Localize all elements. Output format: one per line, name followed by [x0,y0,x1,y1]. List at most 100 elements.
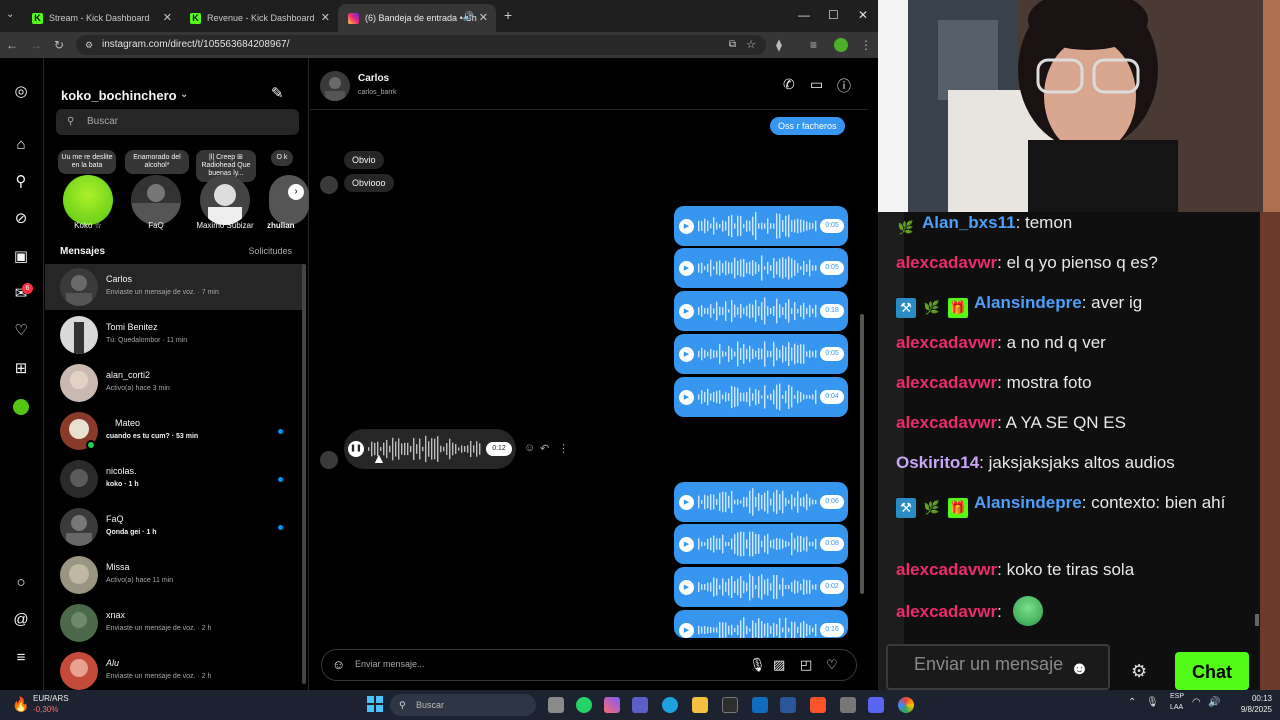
bookmark-star-icon[interactable]: ☆ [746,35,756,55]
url-field[interactable]: ⚙ instagram.com/direct/t/105563684208967… [76,35,766,55]
threads-meta-icon[interactable]: ○ [12,574,30,592]
voice-message-outgoing[interactable]: ▶ 0:18 [674,291,848,331]
chat-username[interactable]: alexcadavwr [896,373,997,392]
requests-link[interactable]: Solicitudes [248,246,292,256]
video-icon[interactable]: ▭ [810,76,823,93]
sticker-icon[interactable]: ◰ [800,657,812,673]
conversation-row[interactable]: Carlos Enviaste un mensaje de voz. · 7 m… [45,264,303,310]
conversation-row[interactable]: nicolas. koko · 1 h [45,456,303,502]
conversation-row[interactable]: Mateo cuando es tu cum? · 53 min [45,408,303,454]
wifi-icon[interactable]: ◠ [1192,697,1201,708]
heart-icon[interactable]: ♡ [826,657,838,673]
conversation-row[interactable]: xnax Enviaste un mensaje de voz. · 2 h [45,600,303,646]
play-icon[interactable]: ▶ [679,580,694,595]
voice-message-outgoing[interactable]: ▶ 0:16 [674,610,848,638]
clock-time[interactable]: 00:13 [1234,694,1272,703]
kick-chat-input[interactable]: Enviar un mensaje ☻ [886,644,1110,690]
more-options-icon[interactable]: ⋮ [558,442,569,455]
new-tab-button[interactable]: + [504,7,512,23]
reels-icon[interactable]: ▣ [12,248,30,266]
note-bubble[interactable]: Uu me re deslite en la bata [58,150,116,174]
chevron-right-icon[interactable]: › [288,184,304,200]
close-icon[interactable]: ✕ [321,11,330,24]
copilot-icon[interactable] [604,697,620,713]
message-composer[interactable]: ☺ Enviar mensaje... 🎙 ▨ ◰ ♡ [321,649,857,681]
minimize-button[interactable]: — [798,8,810,22]
note-bubble[interactable]: O k [271,150,293,166]
scrollbar[interactable] [859,114,865,634]
windows-start-icon[interactable] [367,696,383,712]
weather-icon[interactable]: 🔥 [12,696,29,713]
whatsapp-icon[interactable] [576,697,592,713]
voice-message-outgoing[interactable]: ▶ 0:06 [674,482,848,522]
file-explorer-icon[interactable] [692,697,708,713]
install-icon[interactable]: ⧉ [729,35,736,55]
search-icon[interactable]: ⚲ [12,173,30,191]
discord-icon[interactable] [868,697,884,713]
language-bottom[interactable]: LAA [1170,704,1183,711]
emoji-icon[interactable]: ☺ [332,657,345,672]
conversation-row[interactable]: Alu Enviaste un mensaje de voz. · 2 h [45,648,303,690]
microphone-icon[interactable]: 🎙 [1146,697,1159,708]
hamburger-menu-icon[interactable]: ≡ [12,649,30,667]
explore-icon[interactable]: ⊘ [12,210,30,228]
close-icon[interactable]: ✕ [163,11,172,24]
pause-icon[interactable]: ❚❚ [348,441,364,457]
chrome-icon[interactable] [898,697,914,713]
play-icon[interactable]: ▶ [679,219,694,234]
home-icon[interactable]: ⌂ [12,136,30,154]
tab-search-icon[interactable]: ⌄ [6,9,14,20]
story-avatar[interactable] [200,175,250,225]
heart-icon[interactable]: ♡ [12,322,30,340]
instagram-logo-icon[interactable]: ◎ [12,83,30,101]
voice-message-outgoing[interactable]: ▶ 0:05 [674,206,848,246]
story-avatar[interactable] [269,175,309,225]
conversation-row[interactable]: FaQ Qonda gei · 1 h [45,504,303,550]
site-info-icon[interactable]: ⚙ [85,35,93,55]
taskbar-search[interactable]: ⚲ Buscar [390,694,536,716]
voice-message-outgoing[interactable]: ▶ 0:05 [674,248,848,288]
conversation-row[interactable]: alan_corti2 Activo(a) hace 3 min [45,360,303,406]
volume-icon[interactable]: 🔊 [1208,697,1220,708]
avatar[interactable] [320,71,350,101]
react-icon[interactable]: ☺ [524,442,535,454]
chat-username[interactable]: alexcadavwr [896,602,997,621]
conversation-row[interactable]: Missa Activo(a) hace 11 min [45,552,303,598]
note-bubble[interactable]: Enamorado del alcohol* [125,150,189,174]
obs-icon[interactable] [840,697,856,713]
task-view-icon[interactable] [548,697,564,713]
profile-avatar[interactable] [834,38,848,52]
play-icon[interactable]: ▶ [679,495,694,510]
play-icon[interactable]: ▶ [679,390,694,405]
tab-instagram-inbox[interactable]: (6) Bandeja de entrada • Ch 🔊 ✕ [338,4,496,32]
play-icon[interactable]: ▶ [679,623,694,638]
chat-send-button[interactable]: Chat [1175,652,1249,690]
brave-icon[interactable] [810,697,826,713]
back-icon[interactable]: ← [6,38,18,52]
chevron-down-icon[interactable]: ⌄ [180,89,188,100]
emoji-icon[interactable]: ☻ [1070,658,1089,679]
create-icon[interactable]: ⊞ [12,360,30,378]
media-icon[interactable]: ≡ [810,38,817,52]
voice-message-outgoing[interactable]: ▶ 0:05 [674,334,848,374]
clock-date[interactable]: 9/8/2025 [1224,705,1272,714]
account-username[interactable]: koko_bochinchero [61,88,177,103]
forward-icon[interactable]: → [30,38,42,52]
voice-message-outgoing[interactable]: ▶ 0:04 [674,377,848,417]
maximize-button[interactable]: ☐ [828,8,839,22]
chat-username[interactable]: Alansindepre [974,293,1082,312]
scrollbar-thumb[interactable] [302,264,306,684]
phone-icon[interactable]: ✆ [783,76,795,93]
reply-icon[interactable]: ↶ [540,442,549,455]
chat-username[interactable]: alexcadavwr [896,413,997,432]
message-bubble-outgoing[interactable]: Oss r facheros [770,117,845,135]
chat-username[interactable]: Alan_bxs11 [922,213,1016,232]
chat-username[interactable]: alexcadavwr [896,333,997,352]
teams-icon[interactable] [632,697,648,713]
compose-icon[interactable]: ✎ [271,84,284,102]
chat-username[interactable]: alexcadavwr [896,560,997,579]
image-icon[interactable]: ▨ [773,657,785,673]
scrollbar-thumb[interactable] [860,314,864,594]
word-icon[interactable] [780,697,796,713]
store-icon[interactable] [722,697,738,713]
